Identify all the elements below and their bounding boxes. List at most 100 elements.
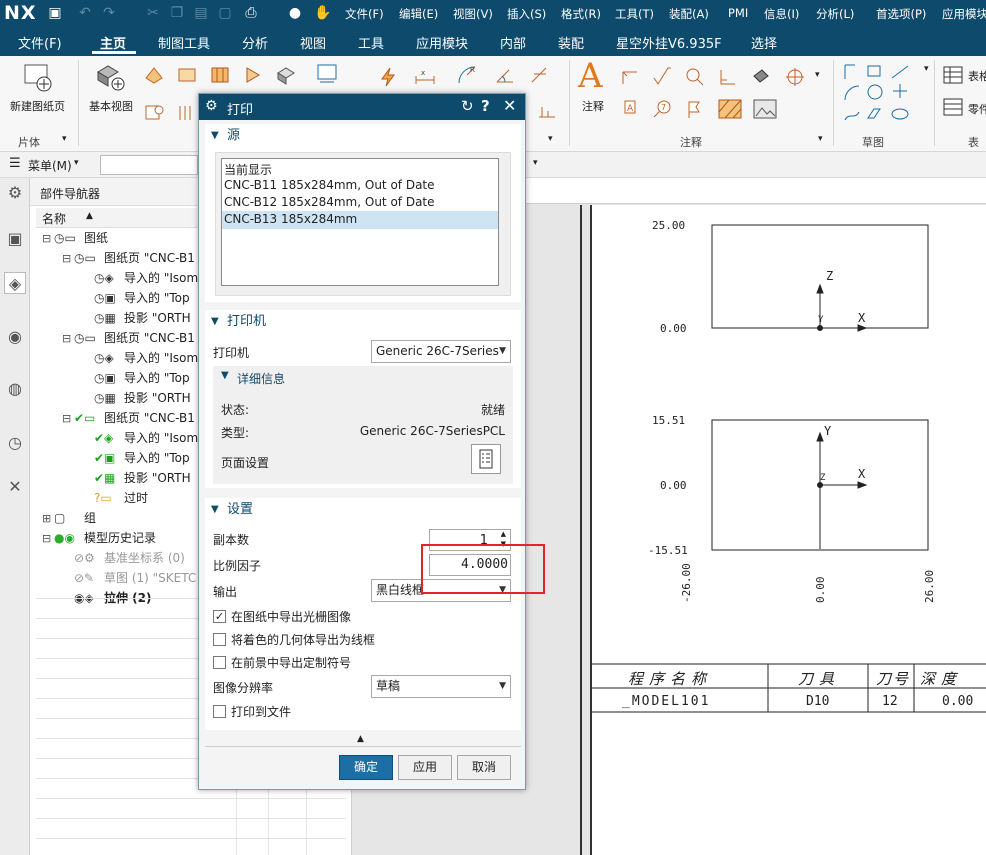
tree-row[interactable]: ◷◈ 导入的 "Isom <box>82 268 198 288</box>
radial-dimension-icon[interactable]: R <box>456 64 478 86</box>
menu-file[interactable]: 文件(F) <box>345 6 384 22</box>
surface-finish-icon[interactable] <box>651 66 673 88</box>
flag-note-icon[interactable] <box>684 98 706 120</box>
tab-plugin[interactable]: 星空外挂V6.935F <box>616 33 722 52</box>
tree-row[interactable]: ◷▣ 导入的 "Top <box>82 368 190 388</box>
reset-icon[interactable]: ↻ <box>461 97 474 115</box>
save-icon[interactable]: ▣ <box>46 4 64 22</box>
tree-row[interactable]: ◷▦ 投影 "ORTH <box>82 388 191 408</box>
chevron-down-icon[interactable]: ▾ <box>533 158 538 168</box>
custom-symbols-checkbox[interactable] <box>213 656 226 669</box>
printer-dropdown[interactable]: Generic 26C-7Series ▼ <box>371 340 511 363</box>
custom-symbols-label[interactable]: 在前景中导出定制符号 <box>231 654 351 671</box>
details-title[interactable]: 详细信息 <box>237 370 285 387</box>
tree-row[interactable]: ⊟ ◷▭ 图纸 <box>42 228 108 248</box>
shaded-wireframe-checkbox[interactable] <box>213 633 226 646</box>
tab-tools[interactable]: 工具 <box>358 33 384 52</box>
sort-asc-icon[interactable]: ▲ <box>86 211 93 221</box>
image-icon[interactable] <box>752 98 778 120</box>
page-setup-button[interactable] <box>471 444 501 474</box>
history-icon[interactable]: ◷ <box>4 432 26 454</box>
undo-icon[interactable]: ↶ <box>76 4 94 22</box>
update-view-icon[interactable] <box>143 102 165 124</box>
menu-pmi[interactable]: PMI <box>728 6 748 20</box>
rapid-dimension-icon[interactable] <box>378 66 400 88</box>
microphone-icon[interactable]: ● <box>286 4 304 22</box>
balloon-icon[interactable]: 7 <box>651 98 673 120</box>
hamburger-icon[interactable]: ☰ <box>9 156 21 171</box>
collapse-icon[interactable]: ⊟ <box>42 529 54 549</box>
apply-button[interactable]: 应用 <box>398 755 452 780</box>
dialog-title-bar[interactable]: ⚙ 打印 ↻ ? ✕ <box>199 94 525 120</box>
menu-info[interactable]: 信息(I) <box>764 6 799 22</box>
angular-dimension-icon[interactable] <box>494 64 516 86</box>
resolution-dropdown[interactable]: 草稿 ▼ <box>371 675 511 698</box>
projected-view-icon[interactable] <box>143 64 165 86</box>
detail-view-icon[interactable] <box>209 64 231 86</box>
chamfer-dimension-icon[interactable] <box>528 64 550 86</box>
increment-icon[interactable]: ▲ <box>501 530 506 538</box>
export-raster-label[interactable]: 在图纸中导出光栅图像 <box>231 608 351 625</box>
column-name[interactable]: 名称 <box>42 210 66 227</box>
section-header-settings[interactable]: ▼ 设置 <box>205 498 521 522</box>
tree-row[interactable]: ◷▦ 投影 "ORTH <box>82 308 191 328</box>
tree-row[interactable]: ✔▦ 投影 "ORTH <box>82 468 191 488</box>
list-item-sheet-b11[interactable]: CNC-B11 185x284mm, Out of Date <box>224 178 435 192</box>
tree-row[interactable]: ⊘⚙ 基准坐标系 (0) <box>62 548 185 568</box>
tab-file[interactable]: 文件(F) <box>18 33 62 52</box>
view-boundary-icon[interactable] <box>176 102 198 124</box>
tree-row[interactable]: ✔◈ 导入的 "Isom <box>82 428 198 448</box>
touch-mode-icon[interactable]: ✋ <box>314 4 332 22</box>
linear-dimension-icon[interactable]: x <box>414 66 436 88</box>
hatch-icon[interactable] <box>717 98 743 120</box>
menu-tools[interactable]: 工具(T) <box>615 6 654 22</box>
tab-internal[interactable]: 内部 <box>500 33 526 52</box>
copy-icon[interactable]: ❐ <box>168 4 186 22</box>
sketch-tools-icon[interactable] <box>842 62 914 126</box>
tab-analysis[interactable]: 分析 <box>242 33 268 52</box>
menu-preferences[interactable]: 首选项(P) <box>876 6 926 22</box>
tab-home[interactable]: 主页 <box>100 33 126 52</box>
web-browser-icon[interactable]: ◍ <box>4 378 26 400</box>
collapse-icon[interactable]: ⊟ <box>62 329 74 349</box>
part-navigator-icon[interactable]: ◈ <box>4 272 26 294</box>
tree-row[interactable]: ⊟ ◷▭ 图纸页 "CNC-B1 <box>62 248 195 268</box>
drawing-view-icon[interactable] <box>315 62 341 88</box>
note-icon[interactable]: A <box>578 56 603 96</box>
tab-applications[interactable]: 应用模块 <box>416 33 468 52</box>
menu-format[interactable]: 格式(R) <box>561 6 601 22</box>
cut-icon[interactable]: ✂ <box>144 4 162 22</box>
cancel-button[interactable]: 取消 <box>457 755 511 780</box>
feature-control-frame-icon[interactable] <box>619 66 641 88</box>
print-icon[interactable]: ⎙ <box>242 4 260 22</box>
tab-selection[interactable]: 选择 <box>751 33 777 52</box>
chevron-down-icon[interactable]: ▾ <box>62 134 67 144</box>
roles-icon[interactable]: ✕ <box>4 476 26 498</box>
ok-button[interactable]: 确定 <box>339 755 393 780</box>
collapse-icon[interactable]: ⊟ <box>62 409 74 429</box>
menu-edit[interactable]: 编辑(E) <box>399 6 438 22</box>
view-creation-icon[interactable] <box>275 64 297 86</box>
tree-row[interactable]: ⊘✎ 草图 (1) "SKETC <box>62 568 196 588</box>
chevron-down-icon[interactable]: ▾ <box>818 134 823 144</box>
parts-list-button[interactable]: 零件 <box>968 101 986 117</box>
tree-row[interactable]: ◷◈ 导入的 "Isom <box>82 348 198 368</box>
menu-view[interactable]: 视图(V) <box>453 6 493 22</box>
new-sheet-button[interactable]: 新建图纸页 <box>10 98 65 114</box>
ordinate-dimension-icon[interactable] <box>536 100 558 122</box>
tree-row[interactable]: ?▭ 过时 <box>82 488 148 508</box>
table-icon[interactable] <box>942 64 964 86</box>
chevron-down-icon[interactable]: ▾ <box>74 158 79 168</box>
list-item-sheet-b13[interactable]: CNC-B13 185x284mm <box>224 212 357 226</box>
chevron-down-icon[interactable]: ▾ <box>548 134 553 144</box>
tree-row[interactable]: ✔▣ 导入的 "Top <box>82 448 190 468</box>
menu-assembly[interactable]: 装配(A) <box>669 6 709 22</box>
print-to-file-label[interactable]: 打印到文件 <box>231 703 291 720</box>
shaded-wireframe-label[interactable]: 将着色的几何体导出为线框 <box>231 631 375 648</box>
tab-assembly[interactable]: 装配 <box>558 33 584 52</box>
close-icon[interactable]: ✕ <box>503 96 516 115</box>
center-mark-icon[interactable] <box>784 66 806 88</box>
expand-icon[interactable]: ⊞ <box>42 509 54 529</box>
collapse-more-icon[interactable]: ▲ <box>357 734 364 744</box>
menu-insert[interactable]: 插入(S) <box>507 6 546 22</box>
